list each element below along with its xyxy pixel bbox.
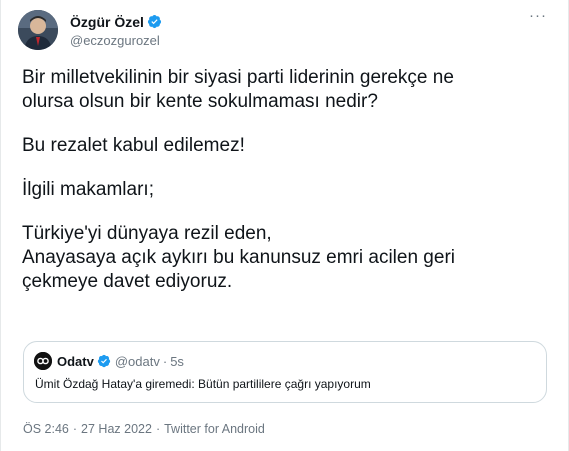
tweet-paragraph: Bir milletvekilinin bir siyasi parti lid… <box>22 67 454 112</box>
tweet-time[interactable]: ÖS 2:46 <box>23 422 69 436</box>
more-horizontal-icon[interactable]: ··· <box>529 8 547 23</box>
quoted-avatar[interactable] <box>34 352 52 370</box>
meta-separator: · <box>72 422 78 436</box>
quoted-verified-badge-icon <box>97 354 111 368</box>
tweet-card: Özgür Özel @eczozgurozel ··· Bir milletv… <box>0 0 569 451</box>
author-name-block: Özgür Özel @eczozgurozel <box>70 13 162 48</box>
quoted-display-name[interactable]: Odatv <box>57 354 94 369</box>
left-edge <box>0 0 1 451</box>
author-display-name[interactable]: Özgür Özel <box>70 14 144 30</box>
meta-separator: · <box>155 422 161 436</box>
tweet-metadata: ÖS 2:46 · 27 Haz 2022 · Twitter for Andr… <box>23 422 265 436</box>
tweet-paragraph: İlgili makamları; <box>22 179 154 200</box>
tweet-source[interactable]: Twitter for Android <box>164 422 265 436</box>
quoted-separator: · <box>162 353 168 369</box>
quoted-timestamp[interactable]: 5s <box>170 354 184 369</box>
quoted-tweet[interactable]: Odatv @odatv · 5s Ümit Özdağ Hatay'a gir… <box>23 341 547 403</box>
tweet-paragraph: Türkiye'yi dünyaya rezil eden, Anayasaya… <box>22 223 455 292</box>
tweet-paragraph: Bu rezalet kabul edilemez! <box>22 135 245 156</box>
quoted-tweet-header: Odatv @odatv · 5s <box>34 351 184 371</box>
tweet-body: Bir milletvekilinin bir siyasi parti lid… <box>22 66 552 294</box>
tweet-date[interactable]: 27 Haz 2022 <box>81 422 152 436</box>
verified-badge-icon <box>147 14 162 29</box>
quoted-handle[interactable]: @odatv <box>115 354 160 369</box>
author-avatar[interactable] <box>18 10 58 50</box>
tweet-header: Özgür Özel @eczozgurozel <box>18 8 162 52</box>
author-handle[interactable]: @eczozgurozel <box>70 33 162 48</box>
author-name-row: Özgür Özel <box>70 13 162 31</box>
quoted-tweet-text: Ümit Özdağ Hatay'a giremedi: Bütün parti… <box>35 377 371 391</box>
